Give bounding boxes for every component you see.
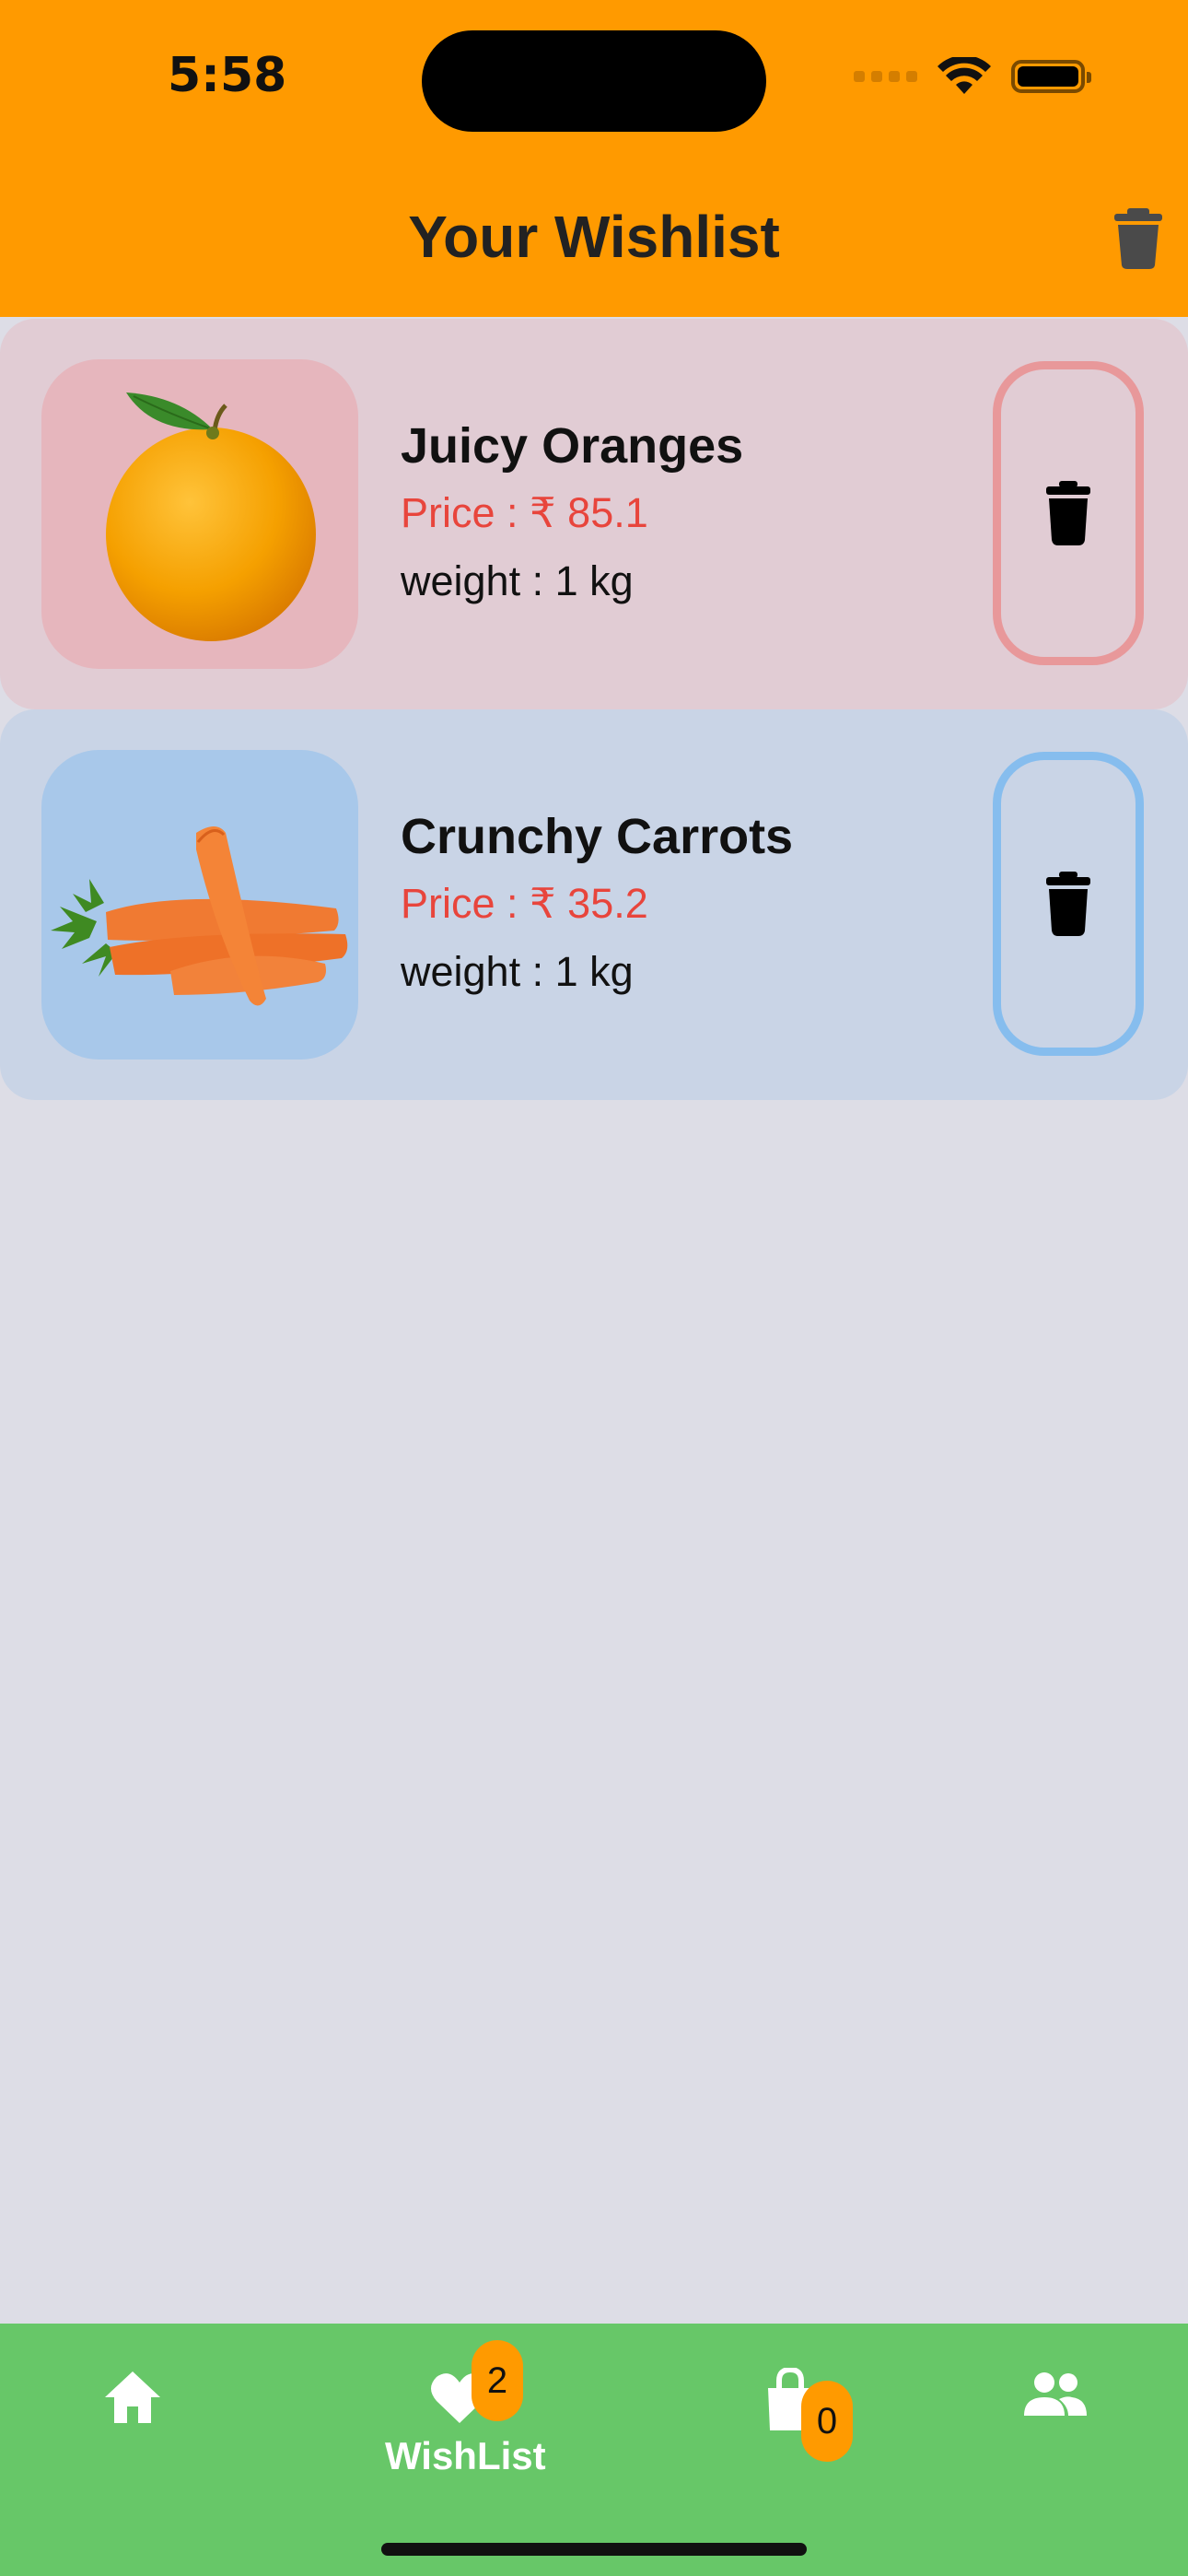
nav-home[interactable] [103,2368,162,2427]
page-title: Your Wishlist [408,204,780,270]
nav-wishlist-label: WishList [385,2434,546,2477]
status-bar: 5:58 [0,0,1188,162]
wifi-icon [938,57,991,94]
product-image-orange [41,359,358,669]
status-icons [854,57,1091,96]
product-name: Juicy Oranges [401,418,744,474]
trash-icon [1046,872,1090,936]
home-icon [105,2371,160,2423]
clear-wishlist-button[interactable] [1112,208,1164,269]
cellular-signal-icon [854,71,917,82]
nav-cart[interactable]: 0 [764,2366,853,2462]
wishlist-item[interactable]: Juicy Oranges Price : ₹ 85.1 weight : 1 … [0,319,1188,709]
product-image-carrots [41,750,358,1060]
cart-count-badge: 0 [801,2381,853,2462]
trash-icon [1046,481,1090,545]
home-indicator [381,2543,807,2556]
bottom-navigation: 2 WishList 0 [0,2324,1188,2576]
trash-icon [1114,208,1162,269]
product-weight: weight : 1 kg [401,557,634,604]
remove-item-button[interactable] [993,361,1144,665]
nav-wishlist[interactable]: 2 WishList [385,2340,546,2484]
battery-icon [1011,60,1091,93]
wishlist-count-badge: 2 [472,2340,523,2421]
product-info: Crunchy Carrots Price : ₹ 35.2 weight : … [401,807,793,1002]
product-price: Price : ₹ 85.1 [401,489,648,536]
product-price: Price : ₹ 35.2 [401,880,648,927]
product-name: Crunchy Carrots [401,809,794,864]
product-info: Juicy Oranges Price : ₹ 85.1 weight : 1 … [401,416,743,612]
nav-profile[interactable] [1022,2371,1087,2418]
remove-item-button[interactable] [993,752,1144,1056]
product-weight: weight : 1 kg [401,948,634,995]
users-icon [1024,2372,1087,2416]
wishlist-item[interactable]: Crunchy Carrots Price : ₹ 35.2 weight : … [0,709,1188,1100]
app-header: Your Wishlist [0,162,1188,317]
dynamic-island [422,30,766,132]
status-time: 5:58 [168,48,287,103]
